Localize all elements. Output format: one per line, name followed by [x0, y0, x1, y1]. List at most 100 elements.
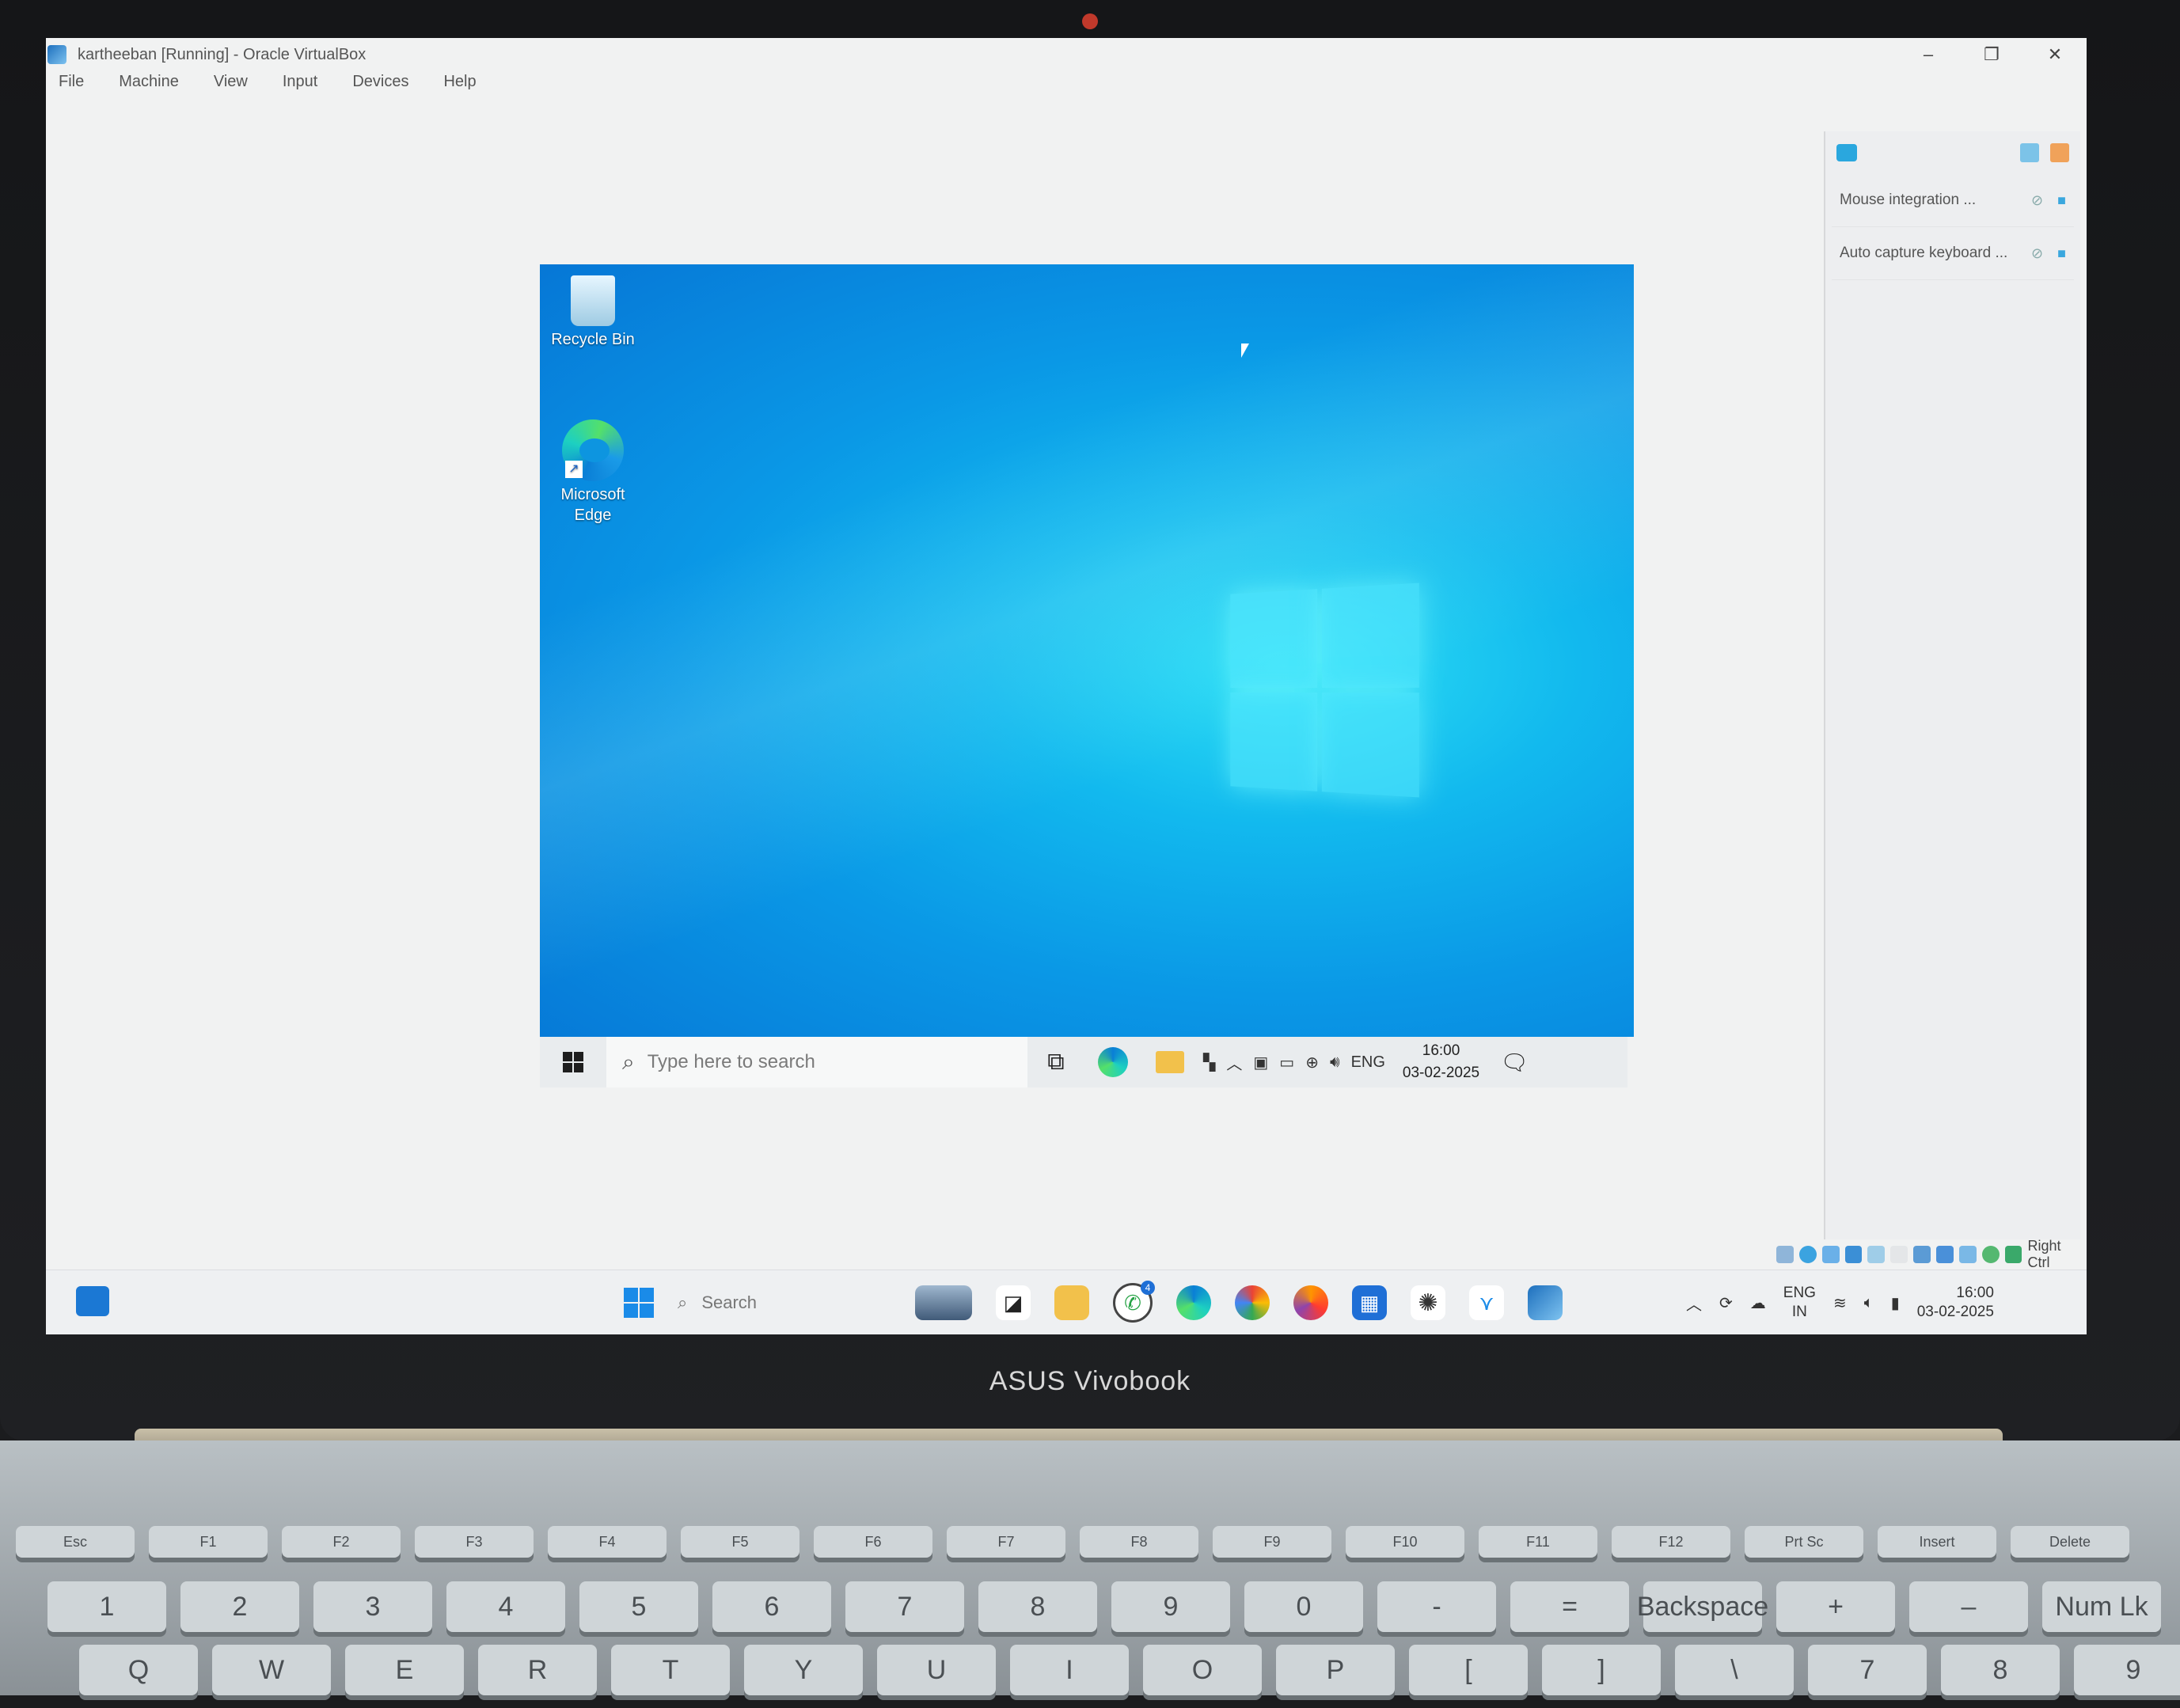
host-search-box[interactable]: ⌕ Search	[678, 1285, 891, 1321]
mute-notification-icon[interactable]: ⊘	[2031, 192, 2043, 209]
close-button[interactable]: ✕	[2023, 38, 2087, 71]
guest-date: 03-02-2025	[1402, 1065, 1480, 1081]
guest-system-tray: ▚ ︿ ▣ ▭ ⊕ 🔊︎ ENG	[1203, 1051, 1385, 1074]
file-explorer-icon[interactable]	[1054, 1285, 1089, 1320]
tray-app-icon[interactable]: ▣	[1253, 1053, 1268, 1072]
display-icon[interactable]	[1913, 1246, 1931, 1263]
globe-network-icon[interactable]: ⊕	[1305, 1053, 1319, 1072]
search-highlight-icon[interactable]	[915, 1285, 972, 1320]
mouse-capture-icon[interactable]	[2004, 1246, 2022, 1263]
guest-clock[interactable]: 16:00 03-02-2025	[1403, 1040, 1479, 1084]
task-view-icon[interactable]: ⧉	[1027, 1037, 1084, 1087]
volume-icon[interactable]: 🔊︎	[1330, 1053, 1340, 1072]
wifi-icon[interactable]: ≋	[1833, 1293, 1847, 1313]
webcam-indicator	[1082, 13, 1098, 29]
guest-desktop[interactable]: Recycle Bin ↗ Microsoft Edge	[540, 264, 1634, 1037]
chrome-icon[interactable]	[1235, 1285, 1270, 1320]
optical-drive-icon[interactable]	[1798, 1246, 1817, 1263]
vbox-status-bar: Right Ctrl	[1776, 1238, 2087, 1270]
mute-notification-icon[interactable]: ⊘	[2031, 245, 2043, 262]
guest-display[interactable]: Recycle Bin ↗ Microsoft Edge ⌕ Type here…	[540, 264, 1634, 1087]
panel-options-icon[interactable]	[2020, 143, 2039, 162]
key: 6	[712, 1581, 831, 1632]
keyboard-function-row: Esc F1 F2 F3 F4 F5 F6 F7 F8 F9 F10 F11 F12 Prt Sc Inse…	[0, 1526, 2180, 1589]
key: U	[877, 1645, 996, 1695]
key: F8	[1080, 1526, 1198, 1558]
cloud-icon[interactable]: ☁	[1750, 1293, 1766, 1313]
laptop-brand: ASUS Vivobook	[989, 1365, 1191, 1396]
usb-icon[interactable]	[1867, 1246, 1886, 1263]
network-device-icon[interactable]: ▚	[1203, 1053, 1215, 1072]
firefox-icon[interactable]	[1293, 1285, 1328, 1320]
notification-center-icon[interactable]: 🗨︎	[1491, 1037, 1538, 1087]
tray-chevron-up-icon[interactable]: ︿	[1686, 1292, 1702, 1315]
key: F2	[282, 1526, 401, 1558]
guest-start-button[interactable]	[540, 1037, 606, 1087]
virtualbox-taskbar-icon[interactable]	[1528, 1285, 1563, 1320]
notification-auto-capture-keyboard[interactable]: Auto capture keyboard ... ⊘ ■	[1832, 227, 2074, 280]
shared-folders-icon[interactable]	[1890, 1246, 1908, 1263]
desktop-icon-recycle-bin[interactable]: Recycle Bin	[549, 275, 636, 350]
notification-bubble-icon[interactable]	[1836, 144, 1857, 161]
key: Backspace	[1637, 1581, 1768, 1632]
microsoft-store-icon[interactable]: ▦	[1352, 1285, 1387, 1320]
edge-taskbar-icon[interactable]	[1084, 1037, 1141, 1087]
task-view-icon[interactable]: ◪	[996, 1285, 1031, 1320]
minimize-button[interactable]: –	[1897, 38, 1960, 71]
menu-help[interactable]: Help	[439, 73, 480, 98]
battery-icon[interactable]: ▮	[1891, 1293, 1900, 1313]
key: F7	[947, 1526, 1065, 1558]
key: 8	[978, 1581, 1097, 1632]
cpu-icon[interactable]	[1958, 1246, 1977, 1263]
chatgpt-icon[interactable]: ✺	[1411, 1285, 1445, 1320]
host-language[interactable]: ENG IN	[1783, 1284, 1816, 1322]
key: R	[478, 1645, 597, 1695]
menu-devices[interactable]: Devices	[348, 73, 413, 98]
key: ]	[1542, 1645, 1661, 1695]
desktop-icon-label: Microsoft Edge	[560, 486, 625, 524]
menu-file[interactable]: File	[54, 73, 89, 98]
vscode-icon[interactable]: ⋎	[1469, 1285, 1504, 1320]
key: 7	[845, 1581, 964, 1632]
guest-search-box[interactable]: ⌕ Type here to search	[606, 1037, 1027, 1087]
sync-icon[interactable]: ⟳	[1719, 1293, 1733, 1313]
recording-icon[interactable]	[1936, 1246, 1954, 1263]
network-icon[interactable]	[1844, 1246, 1863, 1263]
key: F5	[681, 1526, 799, 1558]
key: Insert	[1878, 1526, 1996, 1558]
host-key-label[interactable]: Right Ctrl	[2027, 1238, 2087, 1271]
key: 3	[313, 1581, 432, 1632]
maximize-button[interactable]: ❐	[1960, 38, 2023, 71]
key: Y	[744, 1645, 863, 1695]
widgets-icon[interactable]	[76, 1286, 109, 1316]
menu-machine[interactable]: Machine	[114, 73, 184, 98]
menu-view[interactable]: View	[209, 73, 253, 98]
file-explorer-icon[interactable]	[1141, 1037, 1198, 1087]
tray-chevron-up-icon[interactable]: ︿	[1226, 1051, 1242, 1074]
volume-muted-icon[interactable]: 🔈︎	[1864, 1294, 1874, 1312]
audio-icon[interactable]	[1821, 1246, 1840, 1263]
dismiss-notification-icon[interactable]: ■	[2057, 245, 2066, 262]
host-start-icon[interactable]	[624, 1288, 654, 1318]
key: F1	[149, 1526, 268, 1558]
mouse-pointer-icon	[1241, 343, 1249, 358]
guest-language[interactable]: ENG	[1351, 1053, 1385, 1072]
key: Delete	[2011, 1526, 2129, 1558]
dismiss-notification-icon[interactable]: ■	[2057, 192, 2066, 209]
key: \	[1675, 1645, 1794, 1695]
guest-additions-icon[interactable]	[1981, 1246, 2000, 1263]
whatsapp-icon[interactable]: ✆ 4	[1113, 1281, 1155, 1323]
panel-close-all-icon[interactable]	[2050, 143, 2069, 162]
host-clock[interactable]: 16:00 03-02-2025	[1917, 1284, 1994, 1322]
key: =	[1510, 1581, 1629, 1632]
key: –	[1909, 1581, 2028, 1632]
key: 5	[579, 1581, 698, 1632]
notification-mouse-integration[interactable]: Mouse integration ... ⊘ ■	[1832, 174, 2074, 227]
vbox-notification-panel: Mouse integration ... ⊘ ■ Auto capture ke…	[1824, 131, 2080, 1239]
key: F6	[814, 1526, 932, 1558]
hard-disk-icon[interactable]	[1776, 1246, 1794, 1263]
menu-input[interactable]: Input	[278, 73, 322, 98]
battery-icon[interactable]: ▭	[1279, 1053, 1294, 1072]
edge-icon[interactable]	[1176, 1285, 1211, 1320]
desktop-icon-edge[interactable]: ↗ Microsoft Edge	[549, 419, 636, 526]
